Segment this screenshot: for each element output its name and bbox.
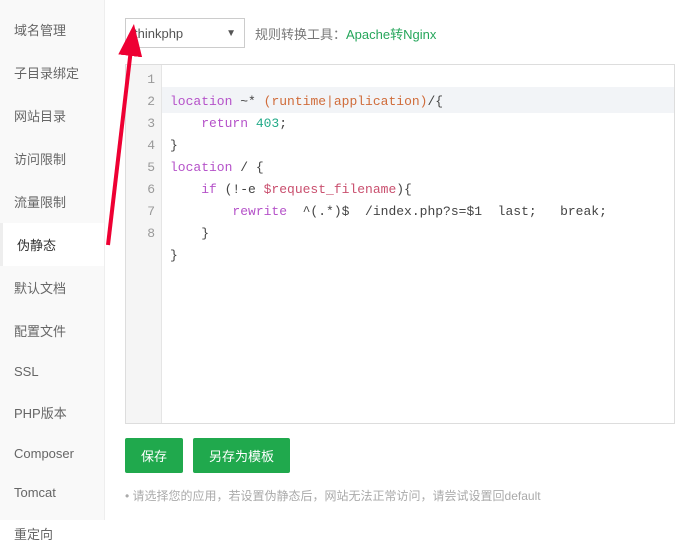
sidebar-item-sitedir[interactable]: 网站目录 xyxy=(0,94,104,137)
sidebar-item-tomcat[interactable]: Tomcat xyxy=(0,473,104,512)
sidebar-item-composer[interactable]: Composer xyxy=(0,434,104,473)
sidebar-item-ssl[interactable]: SSL xyxy=(0,352,104,391)
save-button[interactable]: 保存 xyxy=(125,438,183,473)
template-select-value: thinkphp xyxy=(134,26,183,41)
apache-to-nginx-link[interactable]: Apache转Nginx xyxy=(346,27,436,42)
code-editor[interactable]: 1 2 3 4 5 6 7 8 location ~* (runtime|app… xyxy=(125,64,675,424)
line-gutter: 1 2 3 4 5 6 7 8 xyxy=(126,65,162,423)
sidebar-item-domain[interactable]: 域名管理 xyxy=(0,8,104,51)
sidebar-item-traffic[interactable]: 流量限制 xyxy=(0,180,104,223)
sidebar: 域名管理 子目录绑定 网站目录 访问限制 流量限制 伪静态 默认文档 配置文件 … xyxy=(0,0,105,520)
sidebar-item-php[interactable]: PHP版本 xyxy=(0,391,104,434)
save-as-template-button[interactable]: 另存为模板 xyxy=(193,438,290,473)
sidebar-item-subdir[interactable]: 子目录绑定 xyxy=(0,51,104,94)
main-panel: thinkphp ▼ 规则转换工具：Apache转Nginx 1 2 3 4 5… xyxy=(105,0,695,520)
sidebar-item-redirect[interactable]: 重定向 xyxy=(0,512,104,555)
sidebar-item-rewrite[interactable]: 伪静态 xyxy=(0,223,104,266)
caret-down-icon: ▼ xyxy=(226,28,236,39)
tool-label: 规则转换工具：Apache转Nginx xyxy=(255,24,436,43)
sidebar-item-access[interactable]: 访问限制 xyxy=(0,137,104,180)
code-body[interactable]: location ~* (runtime|application)/{ retu… xyxy=(162,65,674,423)
sidebar-item-defaultdoc[interactable]: 默认文档 xyxy=(0,266,104,309)
hint-text: 请选择您的应用，若设置伪静态后，网站无法正常访问，请尝试设置回default xyxy=(125,487,675,504)
sidebar-item-config[interactable]: 配置文件 xyxy=(0,309,104,352)
template-select[interactable]: thinkphp ▼ xyxy=(125,18,245,48)
